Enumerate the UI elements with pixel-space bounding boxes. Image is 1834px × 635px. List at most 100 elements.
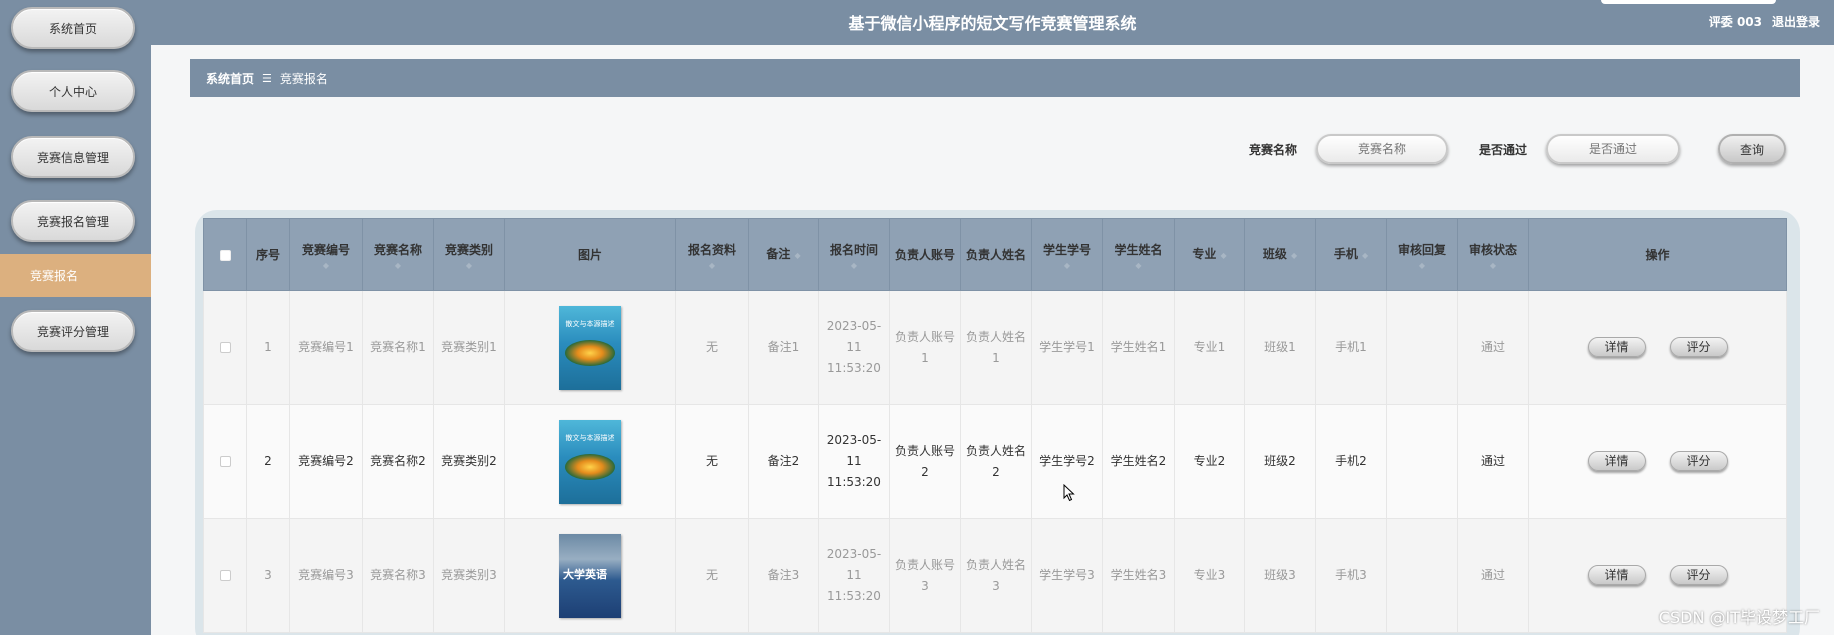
cell-time: 2023-05-11 11:53:20 [818, 404, 890, 519]
search-name-input[interactable] [1316, 134, 1448, 164]
cell-remark: 备注2 [748, 404, 819, 519]
row-checkbox[interactable] [203, 290, 247, 405]
cell-code: 竞赛编号2 [289, 404, 363, 519]
sidebar-item-home[interactable]: 系统首页 [11, 7, 135, 49]
score-button[interactable]: 评分 [1669, 337, 1728, 357]
select-all-checkbox[interactable] [203, 218, 247, 291]
cell-code: 竞赛编号3 [289, 518, 363, 633]
col-header-actions: 操作 [1528, 218, 1787, 291]
cell-actions: 详情 评分 [1528, 290, 1787, 405]
cell-manager-account: 负责人账号2 [889, 404, 961, 519]
cell-index: 3 [246, 518, 290, 633]
page-title: 基于微信小程序的短文写作竞赛管理系统 [848, 14, 1137, 33]
cell-manager-name: 负责人姓名3 [960, 518, 1032, 633]
cell-index: 2 [246, 404, 290, 519]
breadcrumb-separator-icon: ☰ [262, 71, 272, 85]
cell-name: 竞赛名称2 [362, 404, 434, 519]
sort-icon[interactable]: ◆ [363, 261, 433, 270]
detail-button[interactable]: 详情 [1587, 451, 1646, 471]
col-header-name[interactable]: 竞赛名称 ◆ [362, 218, 434, 291]
col-header-major[interactable]: 专业 ◆ [1174, 218, 1245, 291]
cell-major: 专业1 [1174, 290, 1245, 405]
col-header-status[interactable]: 审核状态 ◆ [1457, 218, 1529, 291]
cell-material: 无 [675, 404, 749, 519]
header-overlay-box [1601, 0, 1776, 4]
col-header-image: 图片 [504, 218, 676, 291]
cell-phone: 手机1 [1315, 290, 1387, 405]
sort-icon[interactable]: ◆ [1032, 261, 1102, 270]
sort-icon[interactable]: ◆ [1291, 251, 1297, 260]
sidebar-item-registration-management[interactable]: 竞赛报名管理 [11, 200, 135, 242]
cell-student-id: 学生学号3 [1031, 518, 1103, 633]
col-header-category[interactable]: 竞赛类别 ◆ [433, 218, 505, 291]
cell-name: 竞赛名称3 [362, 518, 434, 633]
cell-class: 班级3 [1244, 518, 1316, 633]
cell-reply [1386, 518, 1458, 633]
col-header-remark[interactable]: 备注 ◆ [748, 218, 819, 291]
sort-icon[interactable]: ◆ [819, 261, 889, 270]
breadcrumb-home[interactable]: 系统首页 [206, 70, 254, 87]
col-header-index: 序号 [246, 218, 290, 291]
search-pass-label: 是否通过 [1479, 143, 1528, 157]
detail-button[interactable]: 详情 [1587, 565, 1646, 585]
cell-manager-name: 负责人姓名2 [960, 404, 1032, 519]
col-header-manager-account[interactable]: 负责人账号 [889, 218, 961, 291]
score-button[interactable]: 评分 [1669, 451, 1728, 471]
sort-icon[interactable]: ◆ [1103, 261, 1174, 270]
sort-icon[interactable]: ◆ [434, 261, 504, 270]
table-row: 3 竞赛编号3 竞赛名称3 竞赛类别3 大学英语 无 备注3 2023-05-1… [203, 518, 1787, 633]
sort-icon[interactable]: ◆ [1221, 251, 1227, 260]
col-header-student-name[interactable]: 学生姓名 ◆ [1102, 218, 1175, 291]
cell-category: 竞赛类别1 [433, 290, 505, 405]
cell-student-name: 学生姓名1 [1102, 290, 1175, 405]
sort-icon[interactable]: ◆ [795, 251, 801, 260]
book-cover-image: 散文与本源描述 [559, 305, 621, 390]
cell-category: 竞赛类别2 [433, 404, 505, 519]
col-header-time[interactable]: 报名时间 ◆ [818, 218, 890, 291]
cell-image: 散文与本源描述 [504, 404, 676, 519]
sidebar-item-registration[interactable]: 竞赛报名 [0, 254, 151, 297]
cell-image: 大学英语 [504, 518, 676, 633]
search-pass-input[interactable] [1546, 134, 1680, 164]
cell-class: 班级1 [1244, 290, 1316, 405]
book-cover-image: 大学英语 [559, 533, 621, 618]
table-header-row: 序号 竞赛编号 ◆ 竞赛名称 ◆ 竞赛类别 ◆ 图片 报名资料 ◆ 备注 ◆ 报名时间 ◆… [203, 218, 1787, 291]
sidebar-item-profile[interactable]: 个人中心 [11, 70, 135, 112]
cell-status: 通过 [1457, 290, 1529, 405]
cell-material: 无 [675, 518, 749, 633]
col-header-reply[interactable]: 审核回复 ◆ [1386, 218, 1458, 291]
cell-phone: 手机2 [1315, 404, 1387, 519]
detail-button[interactable]: 详情 [1587, 337, 1646, 357]
cell-phone: 手机3 [1315, 518, 1387, 633]
cell-index: 1 [246, 290, 290, 405]
cell-major: 专业2 [1174, 404, 1245, 519]
query-button[interactable]: 查询 [1718, 134, 1786, 164]
col-header-manager-name[interactable]: 负责人姓名 [960, 218, 1032, 291]
cell-reply [1386, 290, 1458, 405]
sort-icon[interactable]: ◆ [1458, 261, 1528, 270]
cell-code: 竞赛编号1 [289, 290, 363, 405]
col-header-material[interactable]: 报名资料 ◆ [675, 218, 749, 291]
cell-student-name: 学生姓名3 [1102, 518, 1175, 633]
col-header-class[interactable]: 班级 ◆ [1244, 218, 1316, 291]
col-header-student-id[interactable]: 学生学号 ◆ [1031, 218, 1103, 291]
col-header-code[interactable]: 竞赛编号 ◆ [289, 218, 363, 291]
sort-icon[interactable]: ◆ [1362, 251, 1368, 260]
breadcrumb: 系统首页 ☰ 竞赛报名 [190, 59, 1800, 97]
sidebar-item-competition-info[interactable]: 竞赛信息管理 [11, 136, 135, 178]
cell-student-name: 学生姓名2 [1102, 404, 1175, 519]
sort-icon[interactable]: ◆ [676, 261, 748, 270]
sidebar: 系统首页 个人中心 竞赛信息管理 竞赛报名管理 竞赛报名 竞赛评分管理 [0, 0, 151, 635]
score-button[interactable]: 评分 [1669, 565, 1728, 585]
logout-link[interactable]: 退出登录 [1772, 13, 1820, 30]
top-header: 基于微信小程序的短文写作竞赛管理系统 评委 003 退出登录 [151, 0, 1834, 45]
sidebar-item-scoring-management[interactable]: 竞赛评分管理 [11, 310, 135, 352]
col-header-phone[interactable]: 手机 ◆ [1315, 218, 1387, 291]
cell-actions: 详情 评分 [1528, 404, 1787, 519]
row-checkbox[interactable] [203, 404, 247, 519]
sort-icon[interactable]: ◆ [290, 261, 362, 270]
cell-remark: 备注1 [748, 290, 819, 405]
row-checkbox[interactable] [203, 518, 247, 633]
sort-icon[interactable]: ◆ [1387, 261, 1457, 270]
registration-table: 序号 竞赛编号 ◆ 竞赛名称 ◆ 竞赛类别 ◆ 图片 报名资料 ◆ 备注 ◆ 报名时间 ◆… [203, 218, 1787, 633]
